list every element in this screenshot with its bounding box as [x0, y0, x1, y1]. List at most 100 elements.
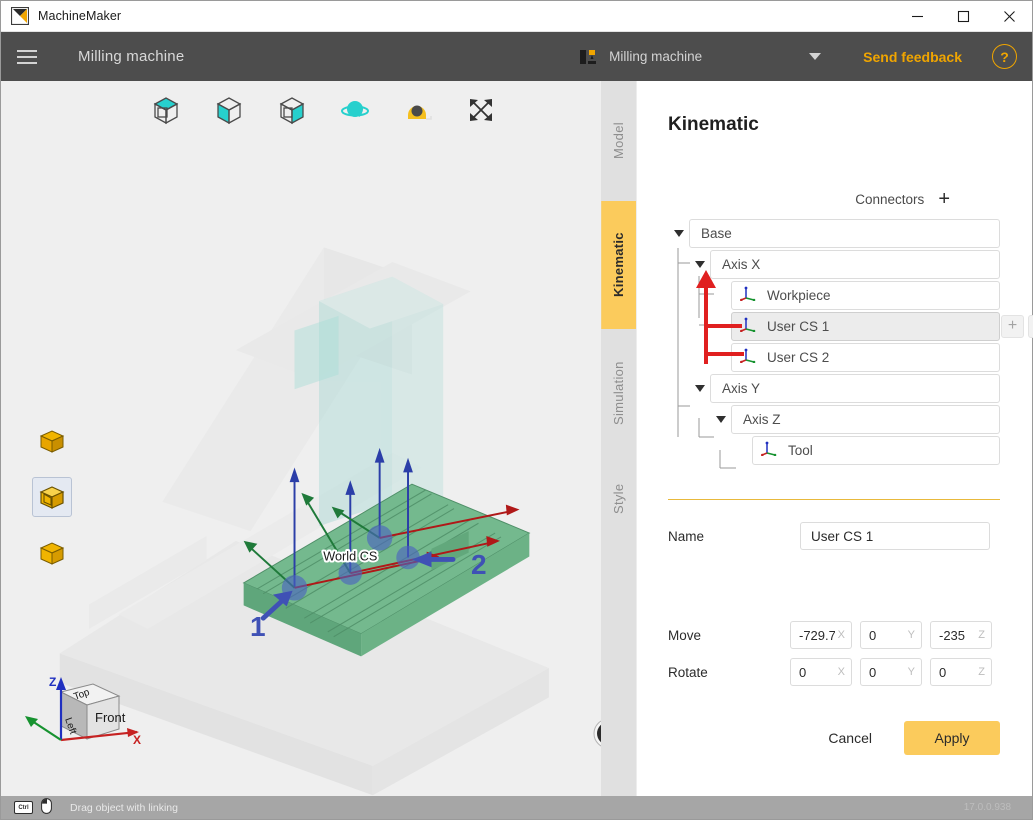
mouse-icon — [41, 798, 52, 817]
tab-kinematic[interactable]: Kinematic — [600, 201, 636, 329]
tab-simulation[interactable]: Simulation — [601, 329, 636, 457]
tree-item-user-cs-2[interactable]: User CS 2 — [731, 342, 1000, 372]
add-connector-button[interactable]: + — [1001, 314, 1024, 338]
tree-row-tool[interactable]: Tool — [752, 435, 1000, 465]
tree-row-user-cs-2[interactable]: User CS 2 — [731, 342, 1000, 372]
origin-indicator-button[interactable]: 00 — [593, 718, 601, 749]
app-title: MachineMaker — [38, 9, 122, 23]
fit-to-screen-icon[interactable] — [464, 95, 498, 125]
status-hint-text: Drag object with linking — [70, 801, 178, 814]
name-label: Name — [668, 528, 705, 544]
chevron-down-icon[interactable] — [689, 260, 710, 268]
status-bar: Ctrl Drag object with linking 17.0.0.938 — [1, 796, 1032, 819]
tree-row-axis-y[interactable]: Axis Y — [689, 373, 1000, 403]
move-z-field[interactable]: Z — [930, 621, 992, 649]
remove-connector-button[interactable]: − — [1028, 314, 1033, 338]
tree-row-actions: + − — [1001, 314, 1033, 338]
close-icon[interactable] — [986, 1, 1032, 32]
tree-row-axis-z[interactable]: Axis Z — [710, 404, 1000, 434]
move-label: Move — [668, 627, 702, 643]
tree-item-user-cs-1[interactable]: User CS 1 — [731, 311, 1000, 341]
rotate-row: Rotate X Y Z — [668, 658, 1000, 686]
machine-selector[interactable]: Milling machine — [578, 47, 822, 67]
tree-item-workpiece[interactable]: Workpiece — [731, 280, 1000, 310]
chevron-down-icon[interactable] — [710, 415, 731, 423]
move-y-field[interactable]: Y — [860, 621, 922, 649]
chevron-down-icon[interactable] — [668, 229, 689, 237]
display-mode-shaded-edges-icon[interactable] — [32, 477, 72, 517]
tree-label-axis-z[interactable]: Axis Z — [731, 404, 1000, 434]
rotate-y-field[interactable]: Y — [860, 658, 922, 686]
tab-strip-filler — [600, 541, 636, 796]
title-bar: MachineMaker — [1, 1, 1032, 32]
window-controls — [894, 1, 1032, 32]
kinematic-tree: Base Axis X Workpiece User CS 1 + User C… — [668, 218, 1033, 469]
tab-model[interactable]: Model — [601, 81, 636, 201]
version-label: 17.0.0.938 — [963, 802, 1011, 813]
measure-tape-icon[interactable] — [401, 95, 435, 125]
navigation-cube[interactable]: Front Top Left X Z — [15, 674, 141, 754]
hamburger-menu-icon[interactable] — [1, 32, 53, 81]
milling-machine-icon — [578, 47, 598, 67]
tree-label-tool: Tool — [788, 442, 813, 458]
help-icon[interactable]: ? — [992, 44, 1017, 69]
machinemaker-logo-icon — [10, 6, 30, 26]
tree-item-tool[interactable]: Tool — [752, 435, 1000, 465]
name-row: Name — [668, 522, 1000, 550]
maximize-icon[interactable] — [940, 1, 986, 32]
tree-label-user-cs-2: User CS 2 — [767, 349, 830, 365]
tree-label-base[interactable]: Base — [689, 218, 1000, 248]
view-front-face-icon[interactable] — [212, 95, 246, 125]
tree-row-workpiece[interactable]: Workpiece — [731, 280, 1000, 310]
cancel-button[interactable]: Cancel — [822, 722, 878, 754]
tree-label-axis-x[interactable]: Axis X — [710, 249, 1000, 279]
move-x-input[interactable] — [791, 622, 851, 648]
top-toolbar: Milling machine Milling machine Send fee… — [1, 32, 1032, 81]
rotate-z-input[interactable] — [931, 659, 991, 685]
panel-tab-strip: Model Kinematic Simulation Style — [600, 81, 636, 796]
move-x-field[interactable]: X — [790, 621, 852, 649]
rotate-x-field[interactable]: X — [790, 658, 852, 686]
tree-label-axis-y[interactable]: Axis Y — [710, 373, 1000, 403]
panel-actions: Cancel Apply — [668, 721, 1000, 755]
plus-icon[interactable]: + — [938, 189, 950, 209]
move-row: Move X Y Z — [668, 621, 1000, 649]
minimize-icon[interactable] — [894, 1, 940, 32]
send-feedback-link[interactable]: Send feedback — [863, 49, 962, 65]
rotate-x-input[interactable] — [791, 659, 851, 685]
document-title: Milling machine — [78, 48, 185, 65]
connectors-label: Connectors — [855, 191, 925, 207]
display-mode-wireframe-icon[interactable] — [32, 533, 72, 573]
section-divider — [668, 499, 1000, 500]
rotate-z-field[interactable]: Z — [930, 658, 992, 686]
display-mode-shaded-icon[interactable] — [32, 421, 72, 461]
chevron-down-icon[interactable] — [689, 384, 710, 392]
move-y-input[interactable] — [861, 622, 921, 648]
main-body: World CS World CS 1 2 Front Top Left X Z… — [1, 81, 1033, 796]
rotate-y-input[interactable] — [861, 659, 921, 685]
name-input[interactable] — [800, 522, 990, 550]
page-title: Kinematic — [668, 114, 759, 135]
display-mode-tools — [32, 421, 72, 573]
navcube-front-label: Front — [95, 710, 126, 725]
viewport-toolbar — [149, 95, 498, 125]
axes-cs-icon — [740, 317, 756, 335]
rotate-orbit-icon[interactable] — [338, 95, 372, 125]
ctrl-key-icon: Ctrl — [14, 801, 33, 814]
application-window: MachineMaker Milling machine Milling mac… — [0, 0, 1033, 820]
apply-button[interactable]: Apply — [904, 721, 1000, 755]
viewport-3d[interactable]: World CS World CS 1 2 Front Top Left X Z — [1, 81, 601, 796]
machine-name-label: Milling machine — [609, 49, 703, 64]
tree-label-workpiece: Workpiece — [767, 287, 831, 303]
tree-row-base[interactable]: Base — [668, 218, 1000, 248]
view-top-face-icon[interactable] — [149, 95, 183, 125]
view-side-face-icon[interactable] — [275, 95, 309, 125]
svg-text:X: X — [133, 733, 141, 747]
tree-row-user-cs-1[interactable]: User CS 1 + − — [731, 311, 1033, 341]
axes-cs-icon — [761, 441, 777, 459]
tab-style[interactable]: Style — [601, 457, 636, 541]
kinematic-panel: Kinematic Connectors + Base Axis X Workp… — [636, 81, 1033, 796]
chevron-down-icon[interactable] — [809, 53, 822, 60]
tree-row-axis-x[interactable]: Axis X — [689, 249, 1000, 279]
move-z-input[interactable] — [931, 622, 991, 648]
